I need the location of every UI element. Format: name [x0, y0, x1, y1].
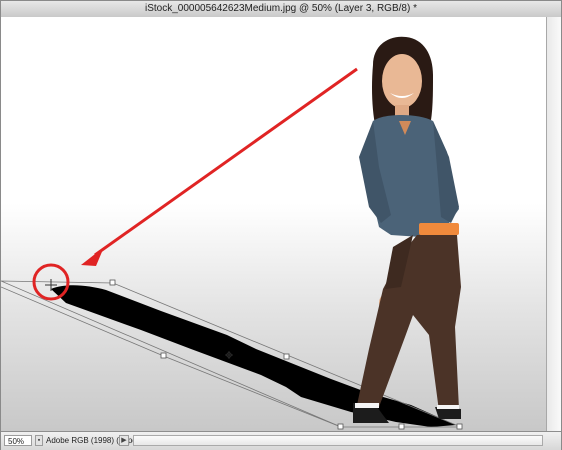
horizontal-scrollbar[interactable]	[133, 435, 543, 446]
transform-handle[interactable]	[337, 423, 344, 430]
triangle-right-icon[interactable]: ▶	[119, 435, 129, 446]
document-window: iStock_000005642623Medium.jpg @ 50% (Lay…	[0, 0, 562, 450]
transform-handle[interactable]	[398, 423, 405, 430]
status-bar: 50% ▪ Adobe RGB (1998) (8bpc) ▶	[1, 431, 561, 450]
transform-handle[interactable]	[109, 279, 116, 286]
zoom-field[interactable]: 50%	[4, 435, 32, 446]
title-bar[interactable]: iStock_000005642623Medium.jpg @ 50% (Lay…	[1, 1, 561, 18]
small-square-icon[interactable]: ▪	[35, 435, 43, 446]
transform-handle[interactable]	[283, 353, 290, 360]
document-canvas[interactable]	[1, 17, 548, 431]
transform-handle[interactable]	[456, 423, 463, 430]
canvas-artwork	[1, 17, 548, 431]
vertical-scrollbar[interactable]	[546, 17, 561, 431]
transform-handle[interactable]	[160, 352, 167, 359]
window-title: iStock_000005642623Medium.jpg @ 50% (Lay…	[145, 3, 417, 14]
